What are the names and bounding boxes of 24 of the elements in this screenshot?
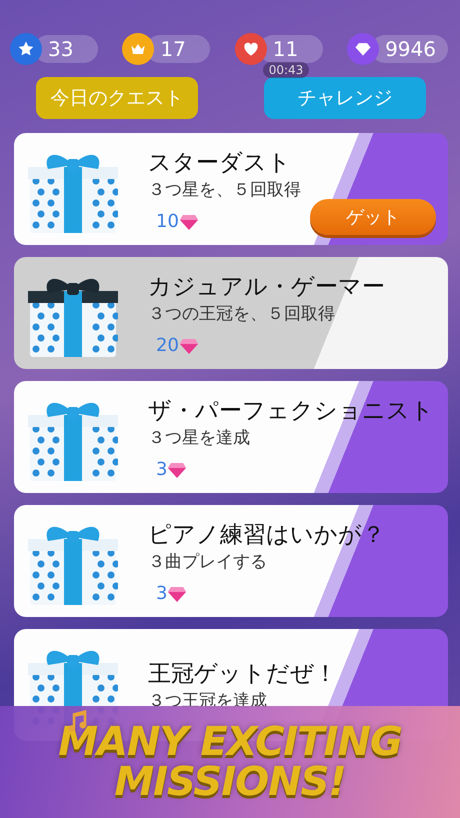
- tab[interactable]: チャレンジ: [264, 77, 426, 119]
- mission-title: カジュアル・ゲーマー: [148, 272, 385, 302]
- reward-amount: 20: [156, 334, 179, 356]
- mission-title: 王冠ゲットだぜ！: [148, 660, 337, 689]
- gem-icon: [178, 212, 199, 230]
- mission-title: ザ・パーフェクショニスト: [148, 396, 434, 426]
- promo-headline: MANY EXCITING: [58, 722, 402, 762]
- promo-headline: MISSIONS!: [114, 762, 346, 802]
- mission-title: スターダスト: [148, 148, 292, 178]
- get-button[interactable]: ゲット: [310, 199, 436, 235]
- gem-icon: [167, 584, 188, 602]
- gem-icon: [178, 336, 199, 354]
- tab[interactable]: 今日のクエスト: [36, 77, 198, 119]
- mission-description: ３つ星を、５回取得: [148, 178, 301, 200]
- gem-icon: [167, 460, 188, 478]
- mission-description: ３つ王冠を達成: [148, 690, 268, 712]
- mission-description: ３つ星を達成: [148, 426, 251, 448]
- mission-description: ３曲プレイする: [148, 550, 268, 572]
- timer: 00:43: [262, 62, 310, 78]
- mission-description: ３つの王冠を、５回取得: [148, 302, 336, 324]
- reward-amount: 3: [156, 458, 168, 480]
- reward-amount: 3: [156, 582, 168, 604]
- reward-amount: 10: [156, 210, 179, 232]
- mission-title: ピアノ練習はいかが？: [148, 520, 385, 550]
